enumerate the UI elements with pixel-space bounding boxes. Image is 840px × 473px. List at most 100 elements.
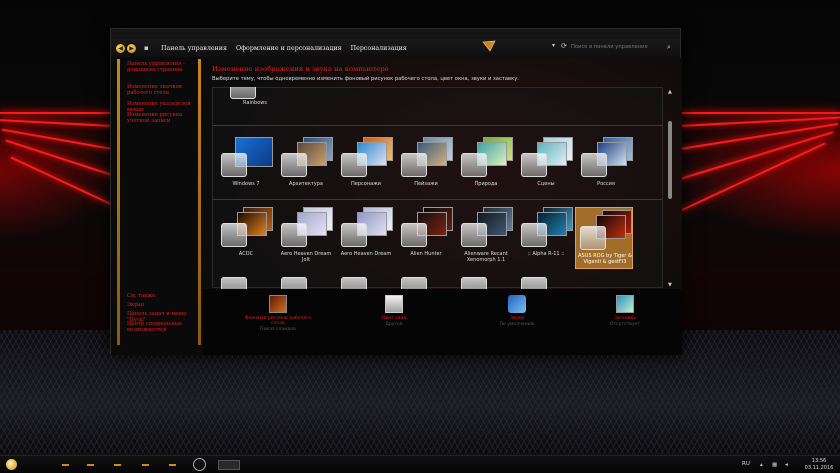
language-indicator[interactable]: RU: [742, 461, 750, 467]
chevron-down-icon[interactable]: ▾: [552, 42, 555, 49]
theme-item-acdc[interactable]: ACDC: [217, 207, 275, 267]
see-also-ease-of-access[interactable]: Центр специальных возможностей: [127, 321, 199, 333]
theme-label: ASUS ROG by Tiger & Vigenti & gestFI3: [578, 253, 632, 265]
theme-label: Aero Heaven Dream: [340, 251, 392, 257]
network-icon[interactable]: ▦: [772, 462, 777, 468]
personalization-window: ◀ ▶ ▪ Панель управления Оформление и пер…: [110, 28, 682, 355]
screen-saver-link[interactable]: Заставка Отсутствует: [590, 295, 660, 327]
task-link-desktop-icons[interactable]: Изменение значков рабочего стола: [127, 84, 199, 96]
personalization-settings-bar: Фоновый рисунок рабочего стола Показ сла…: [203, 289, 682, 355]
theme-glass-preview: [521, 223, 547, 247]
theme-label: Alienware Recant Xenomorph 1.1: [464, 251, 508, 263]
screen-saver-label: Заставка: [614, 316, 636, 321]
taskbar: RU ▴ ▦ ◂ 13:56 03.11.2016: [0, 455, 840, 473]
theme-glass-preview: [461, 223, 487, 247]
theme-item-aero-heaven-dream-jolt[interactable]: Aero Heaven Dream Jolt: [277, 207, 335, 267]
theme-item-partial[interactable]: [457, 273, 515, 289]
clock-date: 03.11.2016: [804, 465, 834, 471]
desktop-background-value: Показ слайдов: [260, 327, 296, 332]
taskbar-app-button[interactable]: [135, 460, 155, 470]
theme-item-partial[interactable]: [397, 273, 455, 289]
wallpaper-beam: [0, 112, 112, 114]
desktop-background-link[interactable]: Фоновый рисунок рабочего стола Показ сла…: [243, 295, 313, 332]
taskbar-app-button[interactable]: [162, 460, 182, 470]
theme-item-partial[interactable]: [337, 273, 395, 289]
theme-glass-preview: [461, 277, 487, 289]
theme-label: Windows 7: [232, 181, 260, 187]
taskbar-circle-app[interactable]: [193, 458, 206, 471]
taskbar-window-thumbnail[interactable]: [218, 460, 240, 470]
theme-label: Alien Hunter: [410, 251, 442, 257]
breadcrumb-appearance[interactable]: Оформление и персонализация: [236, 45, 342, 52]
theme-glass-preview: [401, 277, 427, 289]
window-color-link[interactable]: Цвет окна Другой: [359, 295, 429, 327]
theme-label: Архитектура: [289, 181, 323, 187]
theme-item-windows-7[interactable]: Windows 7: [217, 137, 275, 197]
see-also-heading: См. также: [127, 293, 156, 299]
theme-glass-preview: [281, 153, 307, 177]
theme-item-landscapes[interactable]: Пейзажи: [397, 137, 455, 197]
forward-button[interactable]: ▶: [127, 43, 136, 53]
start-button[interactable]: [6, 459, 17, 470]
refresh-icon[interactable]: ⟳: [561, 42, 567, 50]
theme-glass-preview: [221, 277, 247, 289]
search-input[interactable]: [571, 44, 663, 50]
search-icon[interactable]: ⌕: [667, 43, 671, 52]
volume-icon[interactable]: ◂: [785, 462, 788, 468]
scroll-down-arrow[interactable]: ▼: [668, 282, 672, 288]
search-box: ⌕: [571, 41, 677, 53]
theme-glass-preview: [521, 153, 547, 177]
desktop-background-icon: [269, 295, 287, 313]
task-link-account-picture[interactable]: Изменение рисунка учетной записи: [127, 112, 199, 124]
theme-label: Сцены: [537, 181, 555, 187]
theme-item-rainbows[interactable]: Rainbows: [226, 87, 284, 113]
window-color-icon: [385, 295, 403, 313]
control-panel-icon[interactable]: ▪: [144, 44, 152, 52]
tray-arrow-icon[interactable]: ▴: [760, 462, 763, 468]
task-link-control-panel-home[interactable]: Панель управления - домашняя страница: [127, 61, 199, 73]
see-also-display[interactable]: Экран: [127, 302, 199, 308]
theme-item-alpha-r11[interactable]: :: Alpha R-11 ::: [517, 207, 575, 267]
sounds-link[interactable]: Звуки По умолчанию: [482, 295, 552, 327]
desktop-background-label: Фоновый рисунок рабочего стола: [244, 316, 312, 326]
window-color-value: Другой: [385, 322, 403, 327]
theme-glass-preview: [401, 153, 427, 177]
theme-item-alienware-recant[interactable]: Alienware Recant Xenomorph 1.1: [457, 207, 515, 267]
theme-item-partial[interactable]: [277, 273, 335, 289]
theme-item-asus-rog-selected[interactable]: ASUS ROG by Tiger & Vigenti & gestFI3: [575, 207, 633, 269]
theme-glass-preview: [281, 277, 307, 289]
breadcrumb-control-panel[interactable]: Панель управления: [161, 45, 227, 52]
theme-label: ACDC: [238, 251, 254, 257]
theme-item-scenes[interactable]: Сцены: [517, 137, 575, 197]
scroll-up-arrow[interactable]: ▲: [668, 89, 672, 95]
theme-glass-preview: [221, 153, 247, 177]
theme-label: Персонажи: [351, 181, 381, 187]
theme-glass-preview: [221, 223, 247, 247]
theme-item-nature[interactable]: Природа: [457, 137, 515, 197]
theme-label: :: Alpha R-11 ::: [527, 251, 565, 257]
theme-item-alien-hunter[interactable]: Alien Hunter: [397, 207, 455, 267]
theme-glass-preview: [341, 277, 367, 289]
theme-item-characters[interactable]: Персонажи: [337, 137, 395, 197]
taskbar-app-button[interactable]: [55, 460, 75, 470]
theme-label: Пейзажи: [414, 181, 438, 187]
theme-label: Aero Heaven Dream Jolt: [280, 251, 332, 263]
theme-glass-preview: [521, 277, 547, 289]
theme-item-partial[interactable]: [217, 273, 275, 289]
theme-glass-preview: [581, 153, 607, 177]
theme-glass-preview: [580, 226, 606, 250]
theme-item-architecture[interactable]: Архитектура: [277, 137, 335, 197]
theme-item-russia[interactable]: Россия: [577, 137, 635, 197]
taskbar-app-button[interactable]: [80, 460, 100, 470]
theme-label: Россия: [597, 181, 615, 187]
system-clock[interactable]: 13:56 03.11.2016: [800, 458, 838, 472]
taskbar-app-button[interactable]: [107, 460, 127, 470]
window-color-label: Цвет окна: [381, 316, 407, 321]
back-button[interactable]: ◀: [116, 43, 125, 53]
window-top-strip: [111, 29, 680, 39]
theme-item-partial[interactable]: [517, 273, 575, 289]
theme-item-aero-heaven-dream[interactable]: Aero Heaven Dream: [337, 207, 395, 267]
breadcrumb-personalization[interactable]: Персонализация: [351, 45, 407, 52]
page-description: Выберите тему, чтобы одновременно измени…: [212, 76, 519, 82]
scrollbar-thumb[interactable]: [668, 121, 672, 199]
